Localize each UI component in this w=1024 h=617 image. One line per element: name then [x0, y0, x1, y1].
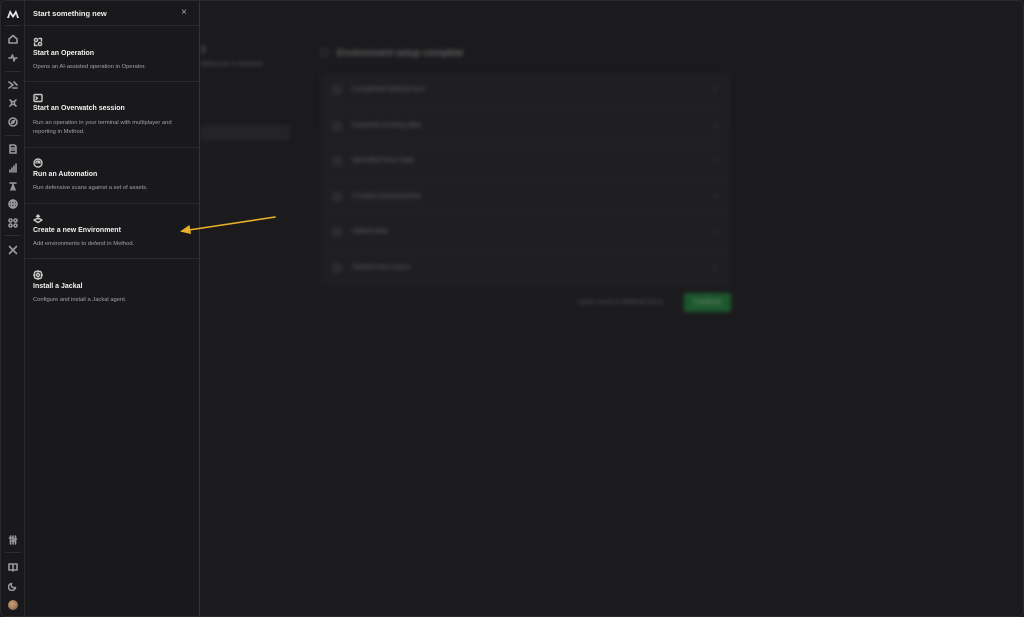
icon-rail: [1, 1, 25, 616]
row-label: Explored existing data: [352, 122, 421, 129]
option-title: Create a new Environment: [33, 227, 121, 234]
option-start-overwatch[interactable]: Start an Overwatch session Run an operat…: [25, 82, 199, 148]
option-start-operation[interactable]: Start an Operation Opens an AI-assisted …: [25, 26, 199, 82]
rail-divider: [5, 25, 21, 26]
app-window: 3 Welcome to Method Environment setup co…: [0, 0, 1024, 617]
row-label: Completed Method tour: [352, 86, 426, 93]
tools-icon[interactable]: [6, 243, 20, 257]
operator-icon[interactable]: [6, 78, 20, 92]
row-label: Created environments: [352, 193, 421, 200]
background-subtitle: Welcome to Method: [200, 61, 263, 68]
option-description: Configure and install a Jackal agent.: [33, 297, 127, 303]
option-title: Start an Overwatch session: [33, 105, 125, 112]
docs-link[interactable]: Learn more in Method Docs: [577, 299, 663, 306]
row-icon: [332, 85, 342, 95]
panel-title: Start something new: [33, 9, 107, 18]
checklist-row: Created environments ✓: [326, 182, 725, 215]
option-description: Run defensive scans against a set of ass…: [33, 185, 148, 191]
row-label: Specified New Data: [352, 157, 414, 164]
option-install-jackal[interactable]: Install a Jackal Configure and install a…: [25, 259, 199, 315]
method-logo-icon[interactable]: [6, 7, 20, 21]
active-step: [200, 125, 290, 141]
start-something-new-panel: Start something new × Start an Operation…: [25, 1, 200, 616]
chart-icon[interactable]: [6, 161, 20, 175]
tower-icon[interactable]: [6, 179, 20, 193]
home-icon[interactable]: [6, 32, 20, 46]
row-icon: [332, 227, 342, 237]
integrations-icon[interactable]: [6, 216, 20, 230]
check-icon: ✓: [712, 121, 719, 130]
rail-divider: [5, 135, 21, 136]
checklist-row: Started new scans ✓: [326, 253, 725, 283]
check-icon: ✓: [712, 263, 719, 272]
check-icon: ✓: [712, 227, 719, 236]
check-icon: ✓: [712, 156, 719, 165]
globe-icon[interactable]: [6, 197, 20, 211]
option-title: Run an Automation: [33, 171, 98, 178]
broadcast-icon[interactable]: [6, 96, 20, 110]
compass-icon[interactable]: [6, 115, 20, 129]
document-icon[interactable]: [6, 142, 20, 156]
automation-icon: [33, 155, 45, 168]
option-description: Run an operation in your terminal with m…: [33, 120, 172, 135]
row-label: Added data: [352, 228, 388, 235]
avatar[interactable]: [8, 600, 18, 610]
continue-button[interactable]: Continue: [684, 293, 731, 312]
setup-title: Environment setup complete: [337, 48, 464, 59]
activity-icon[interactable]: [6, 51, 20, 65]
moon-icon[interactable]: [6, 579, 20, 593]
rail-divider: [5, 235, 21, 236]
checklist-row: Added data ✓: [326, 217, 725, 250]
rail-divider: [5, 71, 21, 72]
environment-icon: [33, 211, 45, 224]
option-title: Start an Operation: [33, 50, 95, 57]
row-icon: [332, 263, 342, 273]
check-icon: ✓: [712, 85, 719, 94]
book-icon[interactable]: [6, 560, 20, 574]
close-icon[interactable]: ×: [178, 7, 190, 19]
background-heading: 3: [200, 45, 206, 56]
row-icon: [332, 156, 342, 166]
checklist-row: Specified New Data ✓: [326, 146, 725, 179]
option-create-environment[interactable]: Create a new Environment Add environment…: [25, 204, 199, 259]
row-label: Started new scans: [352, 264, 410, 271]
jackal-icon: [32, 267, 45, 281]
check-icon: ✓: [712, 192, 719, 201]
sliders-icon[interactable]: [6, 533, 20, 547]
checklist-row: Completed Method tour ✓: [326, 75, 725, 108]
option-description: Opens an AI-assisted operation in Operat…: [33, 64, 146, 70]
rail-divider: [5, 552, 21, 553]
option-run-automation[interactable]: Run an Automation Run defensive scans ag…: [25, 148, 199, 204]
checklist-row: Explored existing data ✓: [326, 111, 725, 144]
row-icon: [332, 192, 342, 202]
row-icon: [332, 121, 342, 131]
operator-icon: [33, 34, 45, 47]
panel-header: Start something new ×: [25, 1, 199, 26]
annotation-arrow-icon: [180, 216, 276, 234]
option-title: Install a Jackal: [33, 283, 83, 290]
status-circle-icon: [320, 48, 329, 57]
terminal-icon: [33, 90, 45, 103]
checklist-card: Completed Method tour ✓ Explored existin…: [320, 72, 731, 286]
option-description: Add environments to defend in Method.: [33, 241, 135, 247]
